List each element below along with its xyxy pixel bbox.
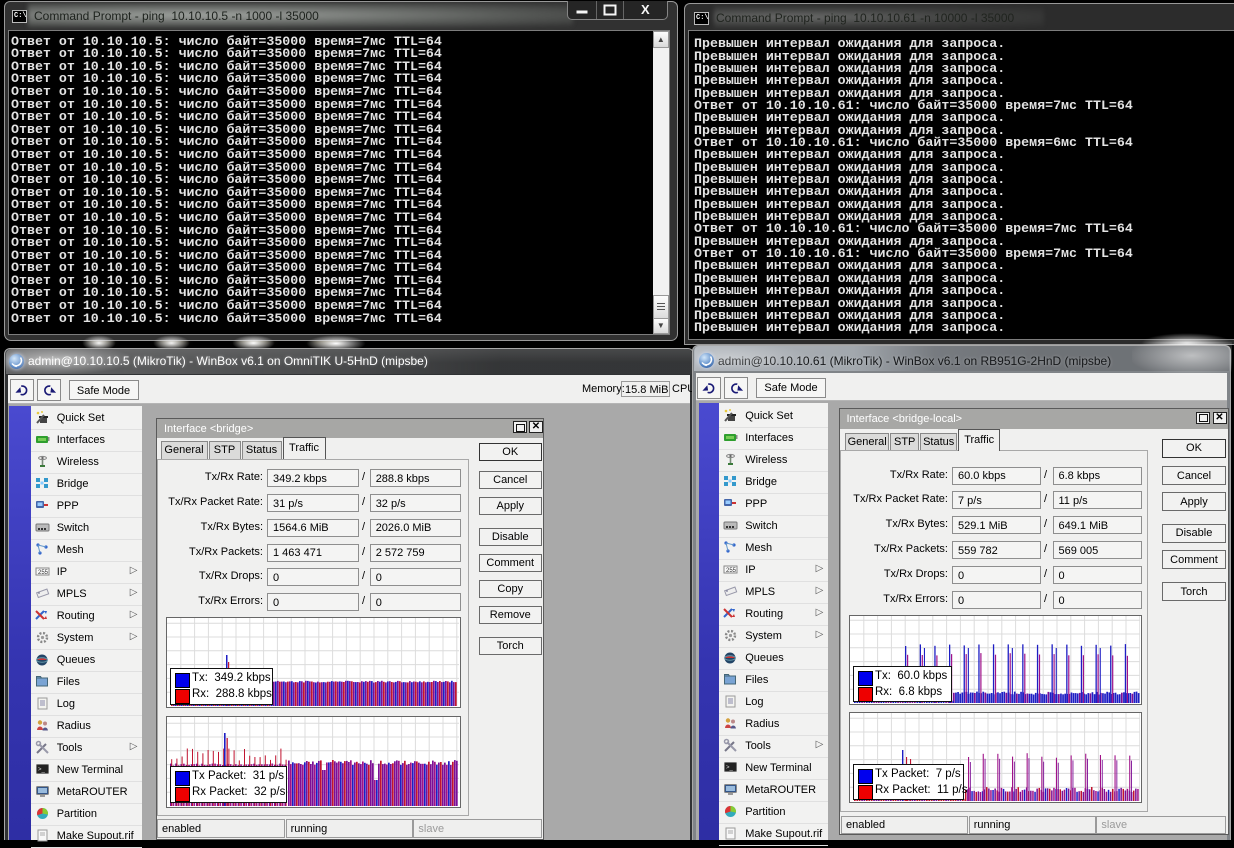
svg-text:>_: >_ <box>726 765 734 771</box>
svg-text:>_: >_ <box>38 767 46 773</box>
svg-text:255: 255 <box>726 568 737 574</box>
svg-text:255: 255 <box>38 570 49 576</box>
